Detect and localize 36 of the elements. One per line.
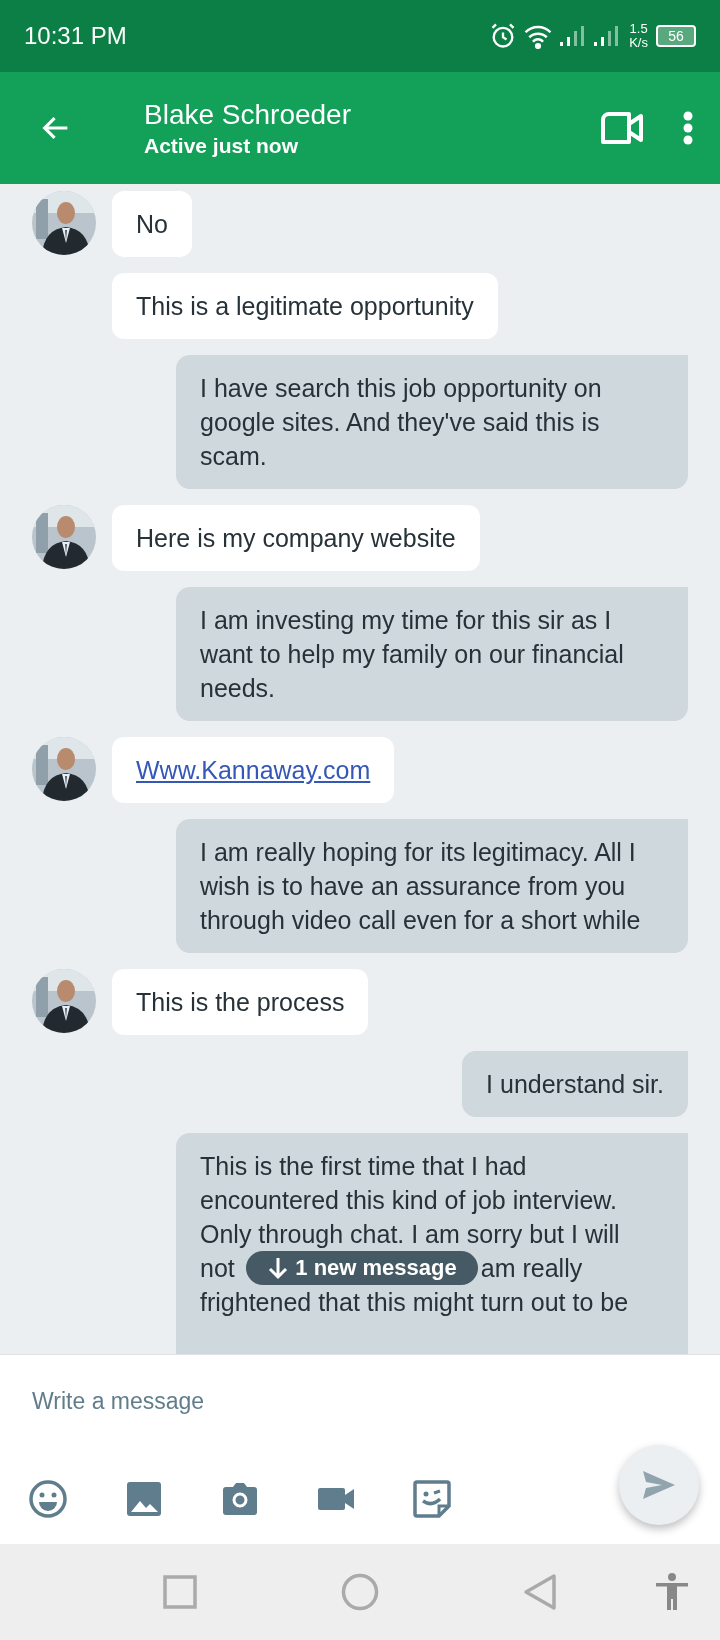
message-bubble: I am investing my time for this sir as I want to help my family on our financial needs.: [176, 587, 688, 721]
message-link[interactable]: Www.Kannaway.com: [136, 756, 371, 784]
message-text: not: [200, 1253, 235, 1284]
speed-unit: K/s: [629, 36, 648, 50]
more-options-icon: [683, 111, 693, 145]
circle-icon: [341, 1573, 379, 1611]
wifi-icon: [523, 23, 554, 49]
down-arrow-icon: [267, 1256, 290, 1280]
message-bubble: This is the process: [112, 969, 369, 1035]
send-icon: [642, 1470, 676, 1500]
contact-name: Blake Schroeder: [144, 98, 351, 132]
message-bubble: No: [112, 191, 192, 257]
smiley-icon: [28, 1479, 68, 1519]
message-bubble: Here is my company website: [112, 505, 480, 571]
speed-value: 1.5: [629, 22, 648, 36]
message-bubble: This is a legitimate opportunity: [112, 273, 498, 339]
triangle-back-icon: [523, 1573, 557, 1611]
message-text: frightened that this might turn out to be: [200, 1287, 629, 1318]
message-text: This is the first time that I had: [200, 1151, 527, 1182]
message-text: am really: [480, 1253, 583, 1284]
status-time: 10:31 PM: [24, 21, 127, 51]
square-icon: [163, 1575, 197, 1609]
message-bubble: I understand sir.: [462, 1051, 688, 1117]
image-icon: [124, 1479, 164, 1519]
battery-level: 56: [668, 29, 684, 43]
send-button[interactable]: [619, 1445, 699, 1525]
message-text: Only through chat. I am sorry but I will: [200, 1219, 620, 1250]
video-camera-icon: [600, 111, 644, 145]
message-input[interactable]: Write a message: [32, 1381, 592, 1421]
message-bubble: I have search this job opportunity on google sites. And they've said this is scam.: [176, 355, 688, 489]
message-text: encountered this kind of job interview.: [200, 1185, 617, 1216]
contact-status: Active just now: [144, 133, 300, 159]
new-message-button[interactable]: 1 new message: [246, 1251, 478, 1285]
message-bubble: I am really hoping for its legitimacy. All I wish is to have an assurance from you through video call even for a short while: [176, 819, 688, 953]
sticker-icon: [412, 1479, 452, 1519]
accessibility-icon: [655, 1573, 689, 1611]
